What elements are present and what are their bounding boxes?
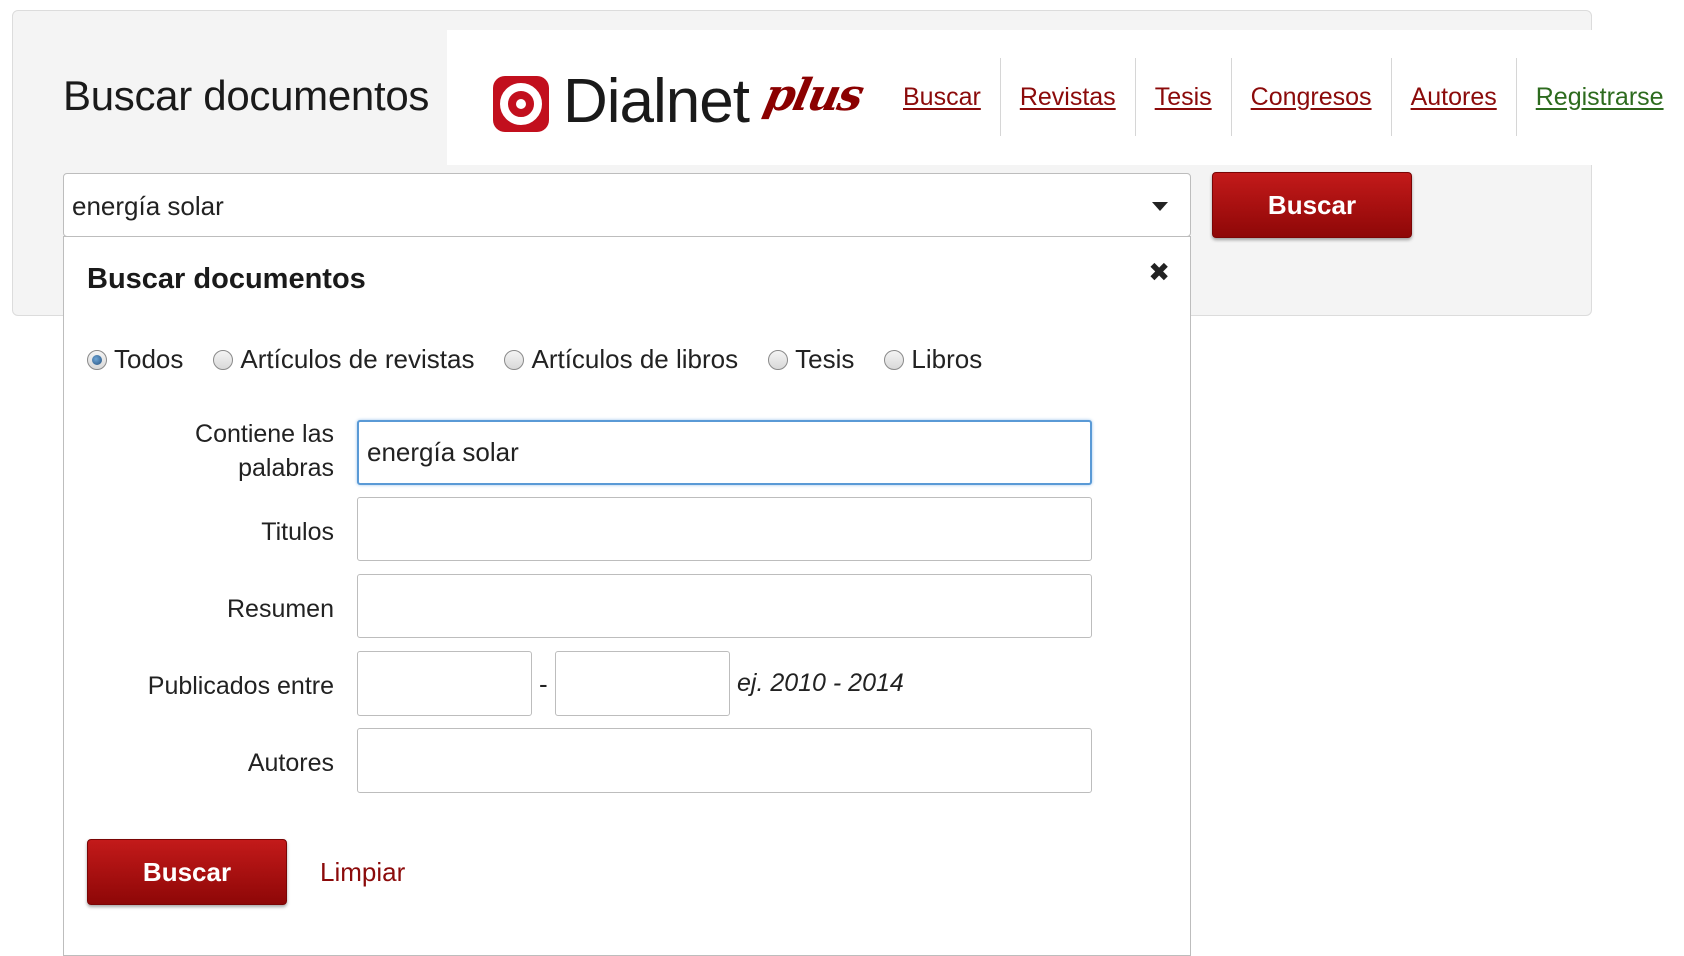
titles-label: Titulos <box>261 518 334 546</box>
radio-indicator[interactable] <box>768 349 789 370</box>
radio-indicator[interactable] <box>87 349 107 370</box>
radio-label: Artículos de libros <box>531 344 739 374</box>
advanced-search-button[interactable]: Buscar <box>87 839 287 905</box>
top-search-button[interactable]: Buscar <box>1212 172 1412 238</box>
nav-buscar[interactable]: Buscar <box>884 58 1000 136</box>
radio-libros[interactable]: Libros <box>884 344 982 375</box>
logo-plus: plus <box>759 70 867 121</box>
year-to-input[interactable] <box>555 651 730 716</box>
authors-label: Autores <box>247 749 334 777</box>
radio-articulos-revistas[interactable]: Artículos de revistas <box>213 344 474 375</box>
radio-label: Tesis <box>795 344 855 374</box>
radio-label: Artículos de revistas <box>240 344 475 374</box>
abstract-input[interactable] <box>357 574 1092 638</box>
main-nav: Buscar Revistas Tesis Congresos Autores … <box>884 58 1683 136</box>
radio-articulos-libros[interactable]: Artículos de libros <box>504 344 738 375</box>
page-title: Buscar documentos <box>63 72 430 119</box>
nav-revistas[interactable]: Revistas <box>999 58 1135 136</box>
doc-type-radio-group: Todos Artículos de revistas Artículos de… <box>87 344 1012 375</box>
words-label-line1: Contiene las <box>195 420 334 448</box>
clear-link[interactable]: Limpiar <box>320 857 405 888</box>
query-select[interactable]: energía solar <box>63 173 1191 237</box>
dialnet-logo-icon <box>493 76 549 132</box>
radio-indicator[interactable] <box>213 349 234 370</box>
titles-input[interactable] <box>357 497 1092 561</box>
radio-todos[interactable]: Todos <box>87 344 183 375</box>
radio-indicator[interactable] <box>884 349 905 370</box>
words-label: Contiene las palabras <box>64 417 334 485</box>
radio-label: Libros <box>911 344 983 374</box>
nav-tesis[interactable]: Tesis <box>1134 58 1231 136</box>
radio-indicator[interactable] <box>504 349 525 370</box>
query-value: energía solar <box>72 191 224 221</box>
radio-tesis[interactable]: Tesis <box>768 344 854 375</box>
chevron-down-icon[interactable] <box>1152 202 1168 211</box>
dialnet-logo[interactable]: Dialnet plus <box>493 64 867 136</box>
words-input[interactable]: energía solar <box>357 420 1092 485</box>
radio-label: Todos <box>114 344 184 374</box>
words-label-line2: palabras <box>238 454 334 482</box>
year-hint: ej. 2010 - 2014 <box>737 669 904 697</box>
close-icon[interactable]: ✖ <box>1148 257 1170 288</box>
nav-registrarse[interactable]: Registrarse <box>1515 58 1683 136</box>
nav-congresos[interactable]: Congresos <box>1230 58 1391 136</box>
abstract-label: Resumen <box>227 595 334 623</box>
nav-autores[interactable]: Autores <box>1390 58 1516 136</box>
year-separator: - <box>539 669 548 699</box>
advanced-search-panel: Buscar documentos ✖ Todos Artículos de r… <box>63 236 1191 956</box>
site-header: Dialnet plus Buscar Revistas Tesis Congr… <box>447 30 1684 165</box>
year-from-input[interactable] <box>357 651 532 716</box>
authors-input[interactable] <box>357 728 1092 793</box>
published-label: Publicados entre <box>147 672 334 700</box>
advanced-search-title: Buscar documentos <box>87 263 366 295</box>
logo-text: Dialnet <box>563 67 750 136</box>
